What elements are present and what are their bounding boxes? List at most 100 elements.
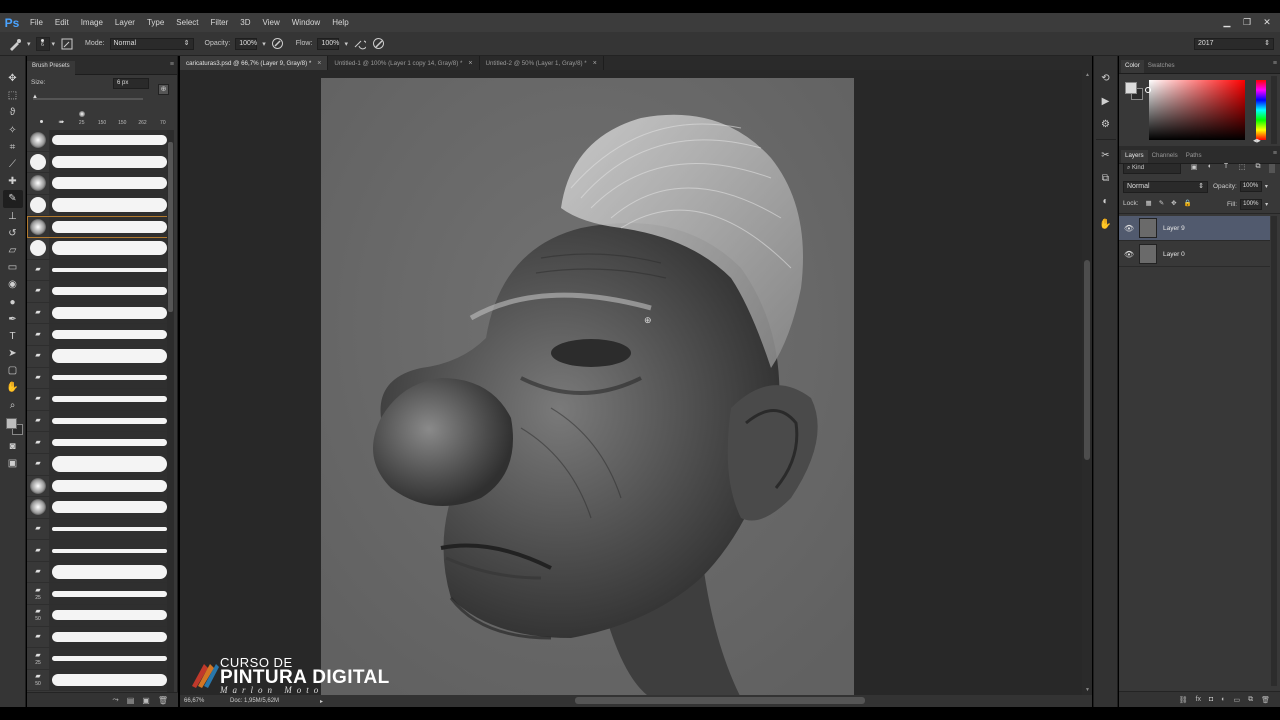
- tab-channels[interactable]: Channels: [1148, 150, 1182, 163]
- history-brush-tool-icon[interactable]: ↺: [3, 225, 23, 242]
- panel-menu-icon[interactable]: ≡: [1273, 150, 1277, 157]
- brush-preset-item[interactable]: [27, 151, 170, 174]
- properties-icon[interactable]: ⚙: [1098, 116, 1114, 132]
- brush-preset-item[interactable]: [27, 237, 170, 260]
- quick-mask-icon[interactable]: ◙: [3, 438, 23, 455]
- toggle-brush-panel-icon[interactable]: ⤳: [112, 695, 118, 705]
- scroll-down-icon[interactable]: ▼: [1085, 687, 1090, 693]
- brush-preset-item[interactable]: ▰: [27, 324, 170, 346]
- menu-type[interactable]: Type: [141, 13, 170, 32]
- close-icon[interactable]: ×: [468, 60, 472, 67]
- canvas-vertical-scrollbar-thumb[interactable]: [1084, 260, 1090, 460]
- brush-size-preview[interactable]: 6: [35, 36, 50, 51]
- layer-filter-kind[interactable]: ⌕ Kind: [1123, 163, 1181, 174]
- link-layers-icon[interactable]: ⛓: [1179, 696, 1188, 704]
- brush-list-scrollbar[interactable]: [167, 130, 174, 692]
- pen-tool-icon[interactable]: ✒: [3, 311, 23, 328]
- healing-brush-tool-icon[interactable]: ✚: [3, 173, 23, 190]
- brush-picker-dropdown[interactable]: ▾: [52, 40, 56, 48]
- menu-layer[interactable]: Layer: [109, 13, 141, 32]
- fx-icon[interactable]: fx: [1196, 696, 1201, 703]
- airbrush-icon[interactable]: [353, 37, 367, 51]
- tool-preset-dropdown[interactable]: ▾: [27, 40, 31, 48]
- opacity-dropdown[interactable]: ▾: [262, 40, 266, 48]
- size-input[interactable]: 6 px: [113, 78, 149, 89]
- new-group-icon[interactable]: ▭: [1233, 696, 1240, 704]
- brush-preset-item[interactable]: [27, 130, 170, 152]
- dodge-tool-icon[interactable]: ●: [3, 293, 23, 310]
- layer-blend-mode-select[interactable]: Normal ⇕: [1123, 181, 1208, 193]
- canvas-horizontal-scrollbar[interactable]: [575, 697, 865, 704]
- play-actions-icon[interactable]: ▶: [1098, 93, 1114, 109]
- color-swatches[interactable]: [3, 416, 23, 438]
- brush-preset-item[interactable]: ▰: [27, 410, 170, 433]
- brush-preset-item[interactable]: ▰ 25: [27, 648, 170, 670]
- blur-tool-icon[interactable]: ◉: [3, 276, 23, 293]
- adjustments-icon[interactable]: ◐: [1098, 193, 1114, 209]
- mode-select[interactable]: Normal ⇕: [109, 37, 194, 50]
- filter-smart-object-icon[interactable]: ⧉: [1253, 163, 1263, 171]
- brush-preset-item[interactable]: ▰: [27, 453, 170, 476]
- tab-color[interactable]: Color: [1121, 60, 1144, 73]
- marquee-tool-icon[interactable]: ⬚: [3, 87, 23, 104]
- screen-mode-icon[interactable]: ▣: [3, 455, 23, 472]
- move-tool-icon[interactable]: ✥: [3, 70, 23, 87]
- delete-layer-icon[interactable]: 🗑: [1261, 696, 1270, 704]
- brush-preset-item[interactable]: [27, 497, 170, 519]
- color-panel-scrollbar[interactable]: [1271, 76, 1277, 144]
- hand-tool-icon[interactable]: ✋: [3, 379, 23, 396]
- new-brush-icon[interactable]: ▣: [142, 696, 150, 705]
- lock-transparency-icon[interactable]: ▦: [1146, 199, 1152, 207]
- canvas-vertical-scrollbar[interactable]: ▲ ▼: [1082, 70, 1092, 695]
- path-selection-tool-icon[interactable]: ➤: [3, 345, 23, 362]
- chevron-down-icon[interactable]: ▾: [1265, 183, 1268, 190]
- menu-filter[interactable]: Filter: [205, 13, 235, 32]
- add-mask-icon[interactable]: ◘: [1209, 696, 1213, 703]
- gradient-tool-icon[interactable]: ▭: [3, 259, 23, 276]
- document-tab[interactable]: Untitled-2 @ 50% (Layer 1, Gray/8) * ×: [480, 56, 604, 70]
- zoom-level[interactable]: 66,67%: [180, 698, 230, 704]
- tab-paths[interactable]: Paths: [1182, 150, 1206, 163]
- canvas-area[interactable]: ⊕ ▲ ▼: [180, 70, 1092, 695]
- panel-menu-icon[interactable]: ≡: [170, 61, 174, 68]
- clone-stamp-tool-icon[interactable]: ⊥: [3, 208, 23, 225]
- scroll-up-icon[interactable]: ▲: [1085, 72, 1090, 78]
- document-tab[interactable]: caricaturas3.psd @ 66,7% (Layer 9, Gray/…: [180, 56, 329, 70]
- lock-pixels-icon[interactable]: ✎: [1159, 199, 1164, 207]
- quick-brush-dot[interactable]: [31, 120, 51, 126]
- menu-window[interactable]: Window: [286, 13, 326, 32]
- quick-brush-size[interactable]: 262: [132, 111, 152, 126]
- document-tab[interactable]: Untitled-1 @ 100% (Layer 1 copy 14, Gray…: [328, 56, 480, 70]
- close-icon[interactable]: ×: [593, 60, 597, 67]
- brush-preset-item[interactable]: ▰: [27, 626, 170, 649]
- brush-panel-toggle-icon[interactable]: [60, 37, 74, 51]
- artboard-caricature-painting[interactable]: [321, 78, 854, 695]
- menu-file[interactable]: File: [24, 13, 49, 32]
- opacity-input[interactable]: 100%: [235, 37, 258, 50]
- crop-tool-icon[interactable]: ⌗: [3, 139, 23, 156]
- brush-preset-item[interactable]: ▰: [27, 561, 170, 584]
- brush-size-picker[interactable]: 6 ▾: [35, 36, 56, 51]
- magic-wand-tool-icon[interactable]: ✧: [3, 122, 23, 139]
- brush-list-scrollbar-thumb[interactable]: [168, 142, 173, 312]
- eye-icon[interactable]: 👁: [1119, 250, 1139, 259]
- filter-pixel-icon[interactable]: ▣: [1189, 163, 1199, 171]
- filter-type-icon[interactable]: T: [1221, 163, 1231, 171]
- trash-icon[interactable]: 🗑: [158, 696, 168, 705]
- quick-brush-size[interactable]: 150: [112, 111, 132, 126]
- hue-slider[interactable]: [1256, 80, 1266, 140]
- eraser-tool-icon[interactable]: ▱: [3, 242, 23, 259]
- menu-help[interactable]: Help: [326, 13, 354, 32]
- brush-panel-icon[interactable]: ▤: [127, 696, 135, 705]
- color-picker-ring-icon[interactable]: [1145, 87, 1151, 93]
- brush-preset-item[interactable]: ▰: [27, 432, 170, 454]
- shape-tool-icon[interactable]: ▢: [3, 362, 23, 379]
- tab-brush-presets[interactable]: Brush Presets: [27, 61, 75, 75]
- foreground-color-swatch[interactable]: [5, 417, 17, 429]
- filter-adjustment-icon[interactable]: ◐: [1205, 163, 1215, 171]
- layers-scrollbar[interactable]: [1271, 216, 1277, 686]
- restore-icon[interactable]: ❐: [1240, 15, 1254, 29]
- quick-brush-size[interactable]: 25: [72, 111, 92, 126]
- adjustment-layer-icon[interactable]: ◐: [1221, 696, 1225, 703]
- brush-preset-item[interactable]: [27, 194, 170, 217]
